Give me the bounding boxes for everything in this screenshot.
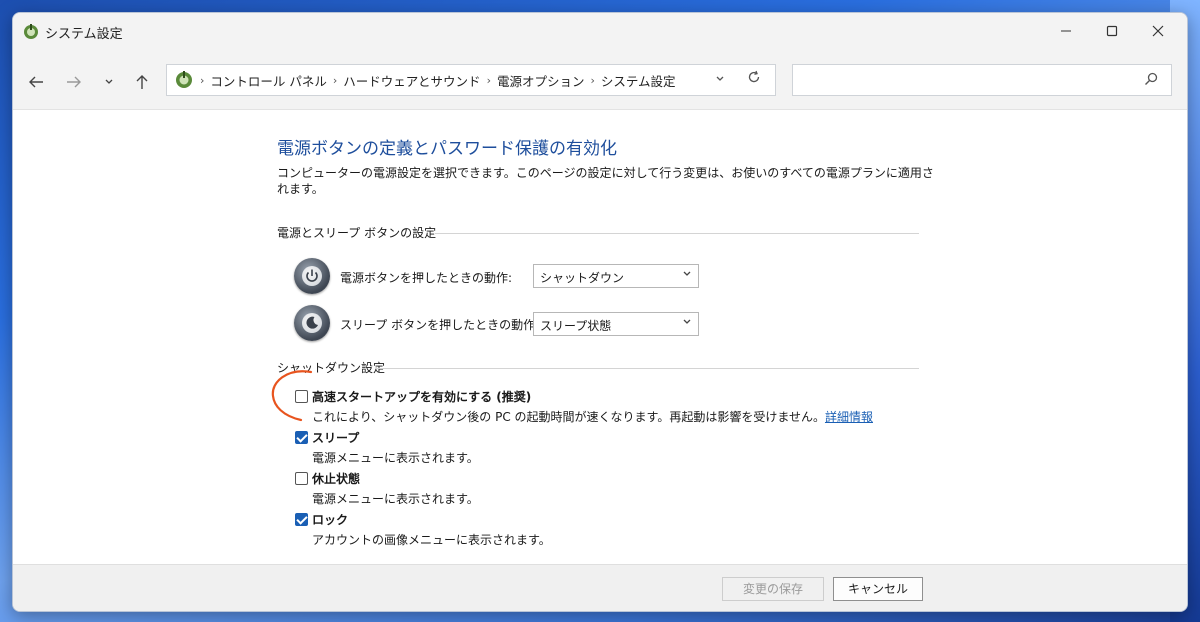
breadcrumb-control-panel[interactable]: コントロール パネル [210,71,326,90]
sleep-button-action-value: スリープ状態 [540,319,612,333]
chevron-down-icon [105,79,113,84]
arrow-up-icon [136,75,148,89]
footer-bar: 変更の保存 キャンセル [13,564,1187,611]
chevron-down-icon [682,318,692,329]
breadcrumb-system-settings[interactable]: システム設定 [601,71,676,90]
breadcrumb-separator-icon: › [200,73,205,87]
breadcrumb-separator-icon: › [590,73,595,87]
lock-description: アカウントの画像メニューに表示されます。 [312,533,551,547]
cancel-button[interactable]: キャンセル [833,577,923,601]
search-icon [1145,72,1158,85]
lock-checkbox[interactable] [295,513,308,526]
power-button-icon [294,258,330,294]
title-bar[interactable]: システム設定 [13,13,1187,49]
sleep-button-action-select[interactable]: スリープ状態 [533,312,699,336]
section-heading-power-label: 電源とスリープ ボタンの設定 [277,226,437,240]
navigation-bar: › コントロール パネル › ハードウェアとサウンド › 電源オプション › シ… [13,49,1187,110]
forward-button[interactable] [63,71,85,93]
arrow-right-icon [67,76,81,88]
sleep-checkbox[interactable] [295,431,308,444]
close-icon [1152,25,1164,37]
fast-startup-description: これにより、シャットダウン後の PC の起動時間が速くなります。再起動は影響を受… [312,408,873,425]
arrow-left-icon [29,76,43,88]
fast-startup-description-text: これにより、シャットダウン後の PC の起動時間が速くなります。再起動は影響を受… [312,410,825,424]
section-heading-shutdown: シャットダウン設定 [277,359,919,375]
refresh-icon[interactable] [747,70,761,88]
page-description: コンピューターの電源設定を選択できます。このページの設定に対して行う変更は、お使… [277,166,934,196]
power-options-icon [24,24,38,39]
minimize-icon [1061,30,1071,32]
maximize-button[interactable] [1089,13,1135,49]
sleep-description: 電源メニューに表示されます。 [312,451,479,465]
search-input[interactable] [792,64,1172,96]
power-button-action-select[interactable]: シャットダウン [533,264,699,288]
power-button-action-value: シャットダウン [540,271,625,285]
main-content: 電源ボタンの定義とパスワード保護の有効化 コンピューターの電源設定を選択できます… [13,110,1187,560]
up-button[interactable] [131,71,153,93]
window-title: システム設定 [45,27,123,42]
save-changes-button[interactable]: 変更の保存 [722,577,824,601]
breadcrumb-separator-icon: › [486,73,491,87]
system-settings-window: システム設定 › コントロール パネル › ハードウェアとサウンド › 電源オプ… [12,12,1188,612]
recent-locations-button[interactable] [98,71,120,93]
sleep-label[interactable]: スリープ [312,429,359,446]
breadcrumb-hardware-sound[interactable]: ハードウェアとサウンド [343,71,480,90]
divider [375,368,919,369]
more-info-link[interactable]: 詳細情報 [825,410,873,424]
breadcrumb-separator-icon: › [332,73,338,87]
highlight-annotation-arc [271,370,313,422]
lock-label[interactable]: ロック [312,511,348,528]
maximize-icon [1106,25,1118,37]
power-options-icon [176,71,192,88]
sleep-button-action-label: スリープ ボタンを押したときの動作: [340,318,540,332]
sleep-button-icon [294,305,330,341]
minimize-button[interactable] [1043,13,1089,49]
chevron-down-icon [682,270,692,281]
address-dropdown-icon[interactable] [715,73,725,86]
power-button-action-label: 電源ボタンを押したときの動作: [340,271,513,285]
back-button[interactable] [25,71,47,93]
hibernate-label[interactable]: 休止状態 [312,470,360,487]
close-button[interactable] [1135,13,1181,49]
address-bar[interactable]: › コントロール パネル › ハードウェアとサウンド › 電源オプション › シ… [166,64,776,96]
page-title: 電源ボタンの定義とパスワード保護の有効化 [277,139,617,159]
hibernate-checkbox[interactable] [295,472,308,485]
hibernate-description: 電源メニューに表示されます。 [312,492,479,506]
fast-startup-label[interactable]: 高速スタートアップを有効にする (推奨) [312,388,531,405]
breadcrumb-power-options[interactable]: 電源オプション [497,71,585,90]
section-heading-power: 電源とスリープ ボタンの設定 [277,224,919,240]
divider [435,233,919,234]
